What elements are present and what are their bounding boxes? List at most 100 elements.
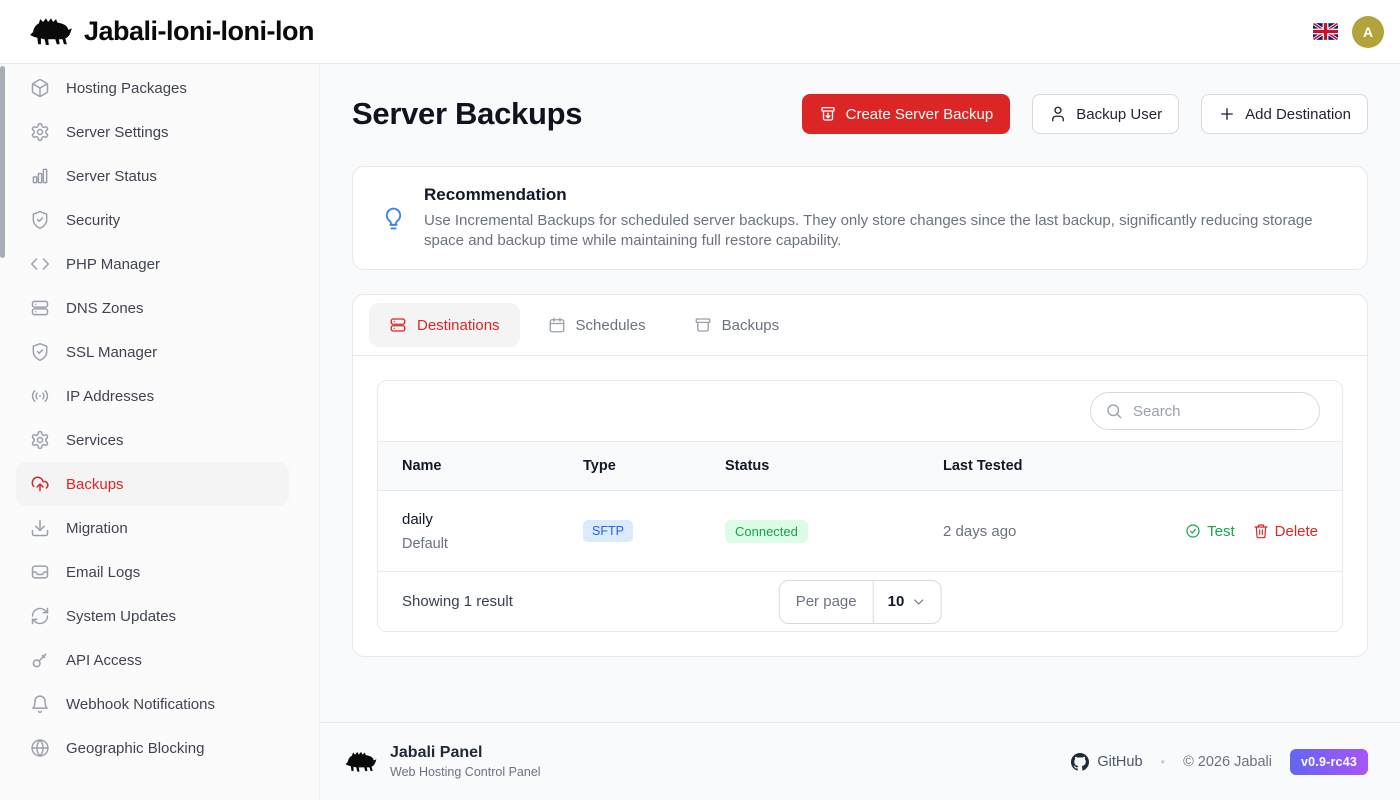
settings-icon: [30, 122, 50, 142]
per-page-select[interactable]: Per page 10: [779, 580, 942, 624]
top-bar: Jabali-loni-loni-lon A: [0, 0, 1400, 64]
table-footer: Showing 1 result Per page 10: [378, 571, 1342, 631]
destinations-table-container: Name Type Status Last Tested daily Defau…: [377, 380, 1343, 632]
sidebar-item-label: DNS Zones: [66, 300, 144, 317]
chevron-down-icon: [910, 594, 926, 610]
settings-icon: [30, 430, 50, 450]
sidebar-scrollbar[interactable]: [0, 66, 5, 258]
search-box: [1090, 392, 1320, 430]
user-avatar[interactable]: A: [1352, 16, 1384, 48]
tab-schedules[interactable]: Schedules: [528, 303, 666, 347]
column-header-type: Type: [583, 458, 725, 474]
sidebar-item-webhook-notifications[interactable]: Webhook Notifications: [16, 682, 289, 726]
sidebar-item-label: Services: [66, 432, 124, 449]
main-area: Server Backups Create Server Backup Back…: [320, 64, 1400, 800]
sidebar-item-system-updates[interactable]: System Updates: [16, 594, 289, 638]
boar-footer-logo-icon: [344, 748, 378, 776]
last-tested-value: 2 days ago: [943, 523, 1185, 540]
sidebar-item-label: Hosting Packages: [66, 80, 187, 97]
sidebar-item-ip-addresses[interactable]: IP Addresses: [16, 374, 289, 418]
table-row: daily Default SFTP Connected 2 days ago …: [378, 491, 1342, 571]
github-label: GitHub: [1097, 754, 1142, 770]
destination-name: daily: [402, 511, 583, 528]
delete-button[interactable]: Delete: [1253, 523, 1318, 540]
create-server-backup-button[interactable]: Create Server Backup: [802, 94, 1011, 134]
destination-subtitle: Default: [402, 536, 583, 552]
sidebar-item-label: Email Logs: [66, 564, 140, 581]
sidebar-item-label: Security: [66, 212, 120, 229]
backup-user-button[interactable]: Backup User: [1032, 94, 1179, 134]
backup-user-label: Backup User: [1076, 106, 1162, 123]
brand-title: Jabali-loni-loni-lon: [84, 16, 314, 47]
sidebar-item-label: Server Status: [66, 168, 157, 185]
tab-label: Schedules: [576, 317, 646, 334]
sidebar-item-label: SSL Manager: [66, 344, 157, 361]
column-header-name: Name: [402, 458, 583, 474]
test-button-label: Test: [1207, 523, 1235, 540]
cloud-upload-icon: [30, 474, 50, 494]
recommendation-title: Recommendation: [424, 185, 1316, 205]
archive-icon: [694, 316, 712, 334]
status-badge: Connected: [725, 520, 808, 543]
search-input[interactable]: [1133, 403, 1305, 420]
check-circle-icon: [1185, 523, 1201, 539]
page-footer: Jabali Panel Web Hosting Control Panel G…: [320, 722, 1400, 800]
footer-brand: Jabali Panel: [390, 744, 541, 762]
footer-tagline: Web Hosting Control Panel: [390, 765, 541, 779]
sidebar-item-label: Geographic Blocking: [66, 740, 204, 757]
sidebar-item-server-status[interactable]: Server Status: [16, 154, 289, 198]
sidebar-item-label: PHP Manager: [66, 256, 160, 273]
sidebar-item-migration[interactable]: Migration: [16, 506, 289, 550]
column-header-last-tested: Last Tested: [943, 458, 1318, 474]
sidebar-nav: Hosting Packages Server Settings Server St…: [0, 66, 319, 770]
calendar-icon: [548, 316, 566, 334]
create-server-backup-label: Create Server Backup: [846, 106, 994, 123]
github-icon: [1071, 753, 1089, 771]
sidebar-item-api-access[interactable]: API Access: [16, 638, 289, 682]
trash-icon: [1253, 523, 1269, 539]
test-button[interactable]: Test: [1185, 523, 1235, 540]
lightbulb-icon: [381, 206, 406, 231]
sidebar-item-label: IP Addresses: [66, 388, 154, 405]
page-title: Server Backups: [352, 96, 582, 132]
plus-icon: [1218, 105, 1236, 123]
server-stack-icon: [389, 316, 407, 334]
sidebar-item-label: Backups: [66, 476, 124, 493]
sidebar-item-security[interactable]: Security: [16, 198, 289, 242]
sidebar-item-label: Migration: [66, 520, 128, 537]
tab-label: Backups: [722, 317, 780, 334]
tab-backups[interactable]: Backups: [674, 303, 800, 347]
sidebar-item-email-logs[interactable]: Email Logs: [16, 550, 289, 594]
recommendation-card: Recommendation Use Incremental Backups f…: [352, 166, 1368, 270]
download-icon: [30, 518, 50, 538]
refresh-icon: [30, 606, 50, 626]
key-icon: [30, 650, 50, 670]
uk-flag-icon[interactable]: [1313, 23, 1338, 40]
sidebar-item-geographic-blocking[interactable]: Geographic Blocking: [16, 726, 289, 770]
globe-icon: [30, 738, 50, 758]
results-summary: Showing 1 result: [402, 593, 513, 610]
package-icon: [30, 78, 50, 98]
backups-panel: Destinations Schedules Backups Name Type: [352, 294, 1368, 657]
sidebar-item-label: Webhook Notifications: [66, 696, 215, 713]
column-header-status: Status: [725, 458, 943, 474]
sidebar-item-ssl-manager[interactable]: SSL Manager: [16, 330, 289, 374]
sidebar-item-php-manager[interactable]: PHP Manager: [16, 242, 289, 286]
bell-icon: [30, 694, 50, 714]
sidebar-item-services[interactable]: Services: [16, 418, 289, 462]
tab-destinations[interactable]: Destinations: [369, 303, 520, 347]
table-header-row: Name Type Status Last Tested: [378, 441, 1342, 491]
sidebar-item-label: Server Settings: [66, 124, 169, 141]
github-link[interactable]: GitHub: [1071, 753, 1142, 771]
sidebar-item-server-settings[interactable]: Server Settings: [16, 110, 289, 154]
add-destination-button[interactable]: Add Destination: [1201, 94, 1368, 134]
sidebar-item-dns-zones[interactable]: DNS Zones: [16, 286, 289, 330]
tab-bar: Destinations Schedules Backups: [353, 295, 1367, 356]
archive-down-icon: [819, 105, 837, 123]
sidebar-item-hosting-packages[interactable]: Hosting Packages: [16, 66, 289, 110]
tab-label: Destinations: [417, 317, 500, 334]
sidebar-item-label: API Access: [66, 652, 142, 669]
shield-check-icon: [30, 342, 50, 362]
code-icon: [30, 254, 50, 274]
sidebar-item-backups[interactable]: Backups: [16, 462, 289, 506]
